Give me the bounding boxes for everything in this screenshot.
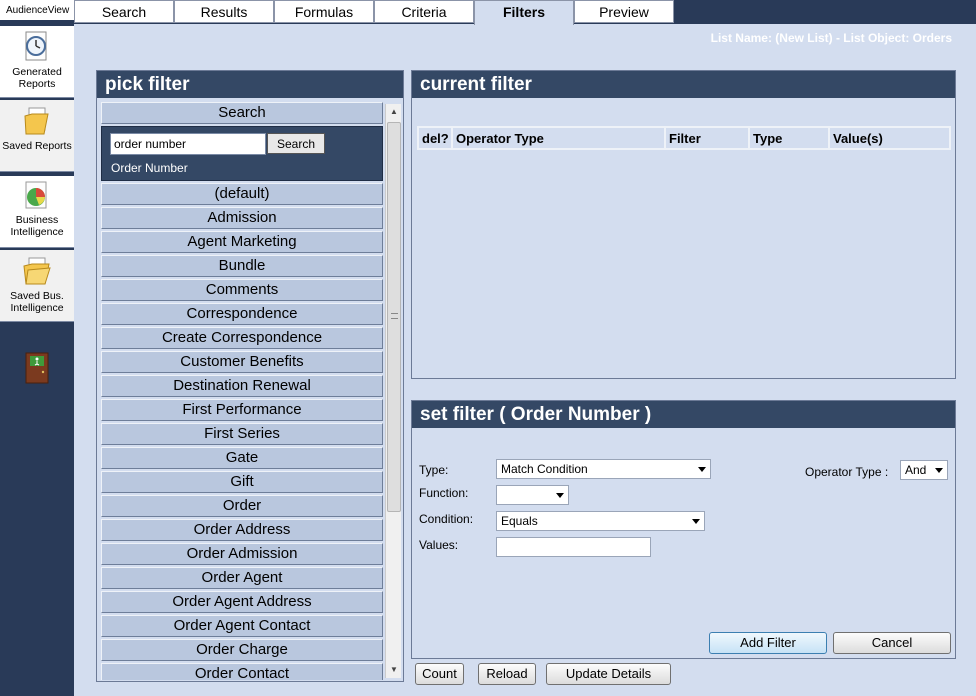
category-button[interactable]: Bundle (101, 255, 383, 277)
open-folder-icon (23, 257, 51, 285)
filter-search-input[interactable] (110, 133, 266, 155)
dropdown-arrow-icon (935, 468, 943, 473)
nav-business-intelligence[interactable]: Business Intelligence (0, 176, 74, 248)
nav-label: Reports (18, 78, 56, 90)
app-title: AudienceView (0, 0, 74, 21)
category-button[interactable]: First Series (101, 423, 383, 445)
nav-generated-reports[interactable]: Generated Reports (0, 26, 74, 98)
category-button[interactable]: Order Charge (101, 639, 383, 661)
pick-filter-panel: pick filter Search Search Order Number (… (96, 70, 404, 682)
column-header-values: Value(s) (828, 126, 951, 150)
tab-criteria[interactable]: Criteria (374, 0, 474, 23)
operator-type-select[interactable]: And (900, 460, 948, 480)
table-header-row: del? Operator Type Filter Type Value(s) (417, 126, 951, 150)
reload-button[interactable]: Reload (478, 663, 536, 685)
nav-label: Intelligence (10, 302, 64, 314)
column-header-filter: Filter (664, 126, 750, 150)
category-button[interactable]: Order Agent Address (101, 591, 383, 613)
category-button[interactable]: Order Agent Contact (101, 615, 383, 637)
add-filter-button[interactable]: Add Filter (709, 632, 827, 654)
dropdown-arrow-icon (556, 493, 564, 498)
category-button[interactable]: (default) (101, 183, 383, 205)
set-filter-panel: set filter ( Order Number ) Type: Match … (411, 400, 956, 659)
count-button[interactable]: Count (415, 663, 464, 685)
type-select-value: Match Condition (501, 462, 588, 476)
values-input[interactable] (496, 537, 651, 557)
pie-chart-icon (25, 181, 47, 209)
operator-type-value: And (905, 463, 927, 477)
list-name-label: List Name: (New List) - List Object: Ord… (710, 31, 952, 45)
condition-select-value: Equals (501, 514, 538, 528)
category-button[interactable]: Gift (101, 471, 383, 493)
tab-results[interactable]: Results (174, 0, 274, 23)
nav-label: Saved Reports (2, 140, 72, 152)
operator-type-label: Operator Type : (805, 465, 889, 479)
scrollbar-thumb[interactable] (387, 122, 401, 512)
left-navigation: AudienceView Generated Reports Saved Rep… (0, 0, 74, 696)
category-button[interactable]: Order (101, 495, 383, 517)
category-button[interactable]: Comments (101, 279, 383, 301)
function-label: Function: (419, 486, 469, 500)
tab-preview[interactable]: Preview (574, 0, 674, 23)
nav-label: Business (15, 214, 59, 226)
current-filter-panel: current filter del? Operator Type Filter… (411, 70, 956, 379)
category-button[interactable]: Admission (101, 207, 383, 229)
tab-filters[interactable]: Filters (474, 0, 574, 25)
condition-select[interactable]: Equals (496, 511, 705, 531)
tab-bar: Search Results Formulas Criteria Filters… (74, 0, 976, 25)
search-result-item[interactable]: Order Number (111, 161, 188, 175)
nav-saved-reports[interactable]: Saved Reports (0, 100, 74, 172)
nav-label: Generated (12, 66, 62, 78)
nav-label: Saved Bus. (10, 290, 64, 302)
folder-icon (24, 107, 49, 135)
values-label: Values: (419, 538, 459, 552)
dropdown-arrow-icon (692, 519, 700, 524)
current-filter-table: del? Operator Type Filter Type Value(s) (417, 126, 951, 150)
scroll-up-arrow-icon[interactable]: ▲ (386, 104, 402, 120)
nav-saved-business-intelligence[interactable]: Saved Bus. Intelligence (0, 250, 74, 322)
type-select[interactable]: Match Condition (496, 459, 711, 479)
set-filter-title: set filter ( Order Number ) (412, 401, 955, 428)
pick-filter-title: pick filter (97, 71, 403, 98)
tab-search[interactable]: Search (74, 0, 174, 23)
cancel-button[interactable]: Cancel (833, 632, 951, 654)
dropdown-arrow-icon (698, 467, 706, 472)
filter-category-list: Search Search Order Number (default) Adm… (101, 102, 383, 680)
update-details-button[interactable]: Update Details (546, 663, 671, 685)
category-scrollbar[interactable]: ▲ ▼ (385, 104, 401, 678)
type-label: Type: (419, 463, 449, 477)
column-header-type: Type (748, 126, 830, 150)
category-button[interactable]: Order Admission (101, 543, 383, 565)
category-button[interactable]: Destination Renewal (101, 375, 383, 397)
nav-label: Intelligence (10, 226, 64, 238)
category-button[interactable]: Gate (101, 447, 383, 469)
column-header-del: del? (417, 126, 453, 150)
category-button[interactable]: Agent Marketing (101, 231, 383, 253)
clock-document-icon (25, 31, 47, 61)
exit-door-icon[interactable] (25, 352, 49, 384)
category-button[interactable]: Correspondence (101, 303, 383, 325)
current-filter-title: current filter (412, 71, 955, 98)
search-section-header[interactable]: Search (101, 102, 383, 124)
category-button[interactable]: Order Contact (101, 663, 383, 680)
scroll-down-arrow-icon[interactable]: ▼ (386, 662, 402, 678)
category-button[interactable]: Order Agent (101, 567, 383, 589)
tab-formulas[interactable]: Formulas (274, 0, 374, 23)
filter-search-button[interactable]: Search (267, 133, 325, 154)
category-button[interactable]: Order Address (101, 519, 383, 541)
category-button[interactable]: Customer Benefits (101, 351, 383, 373)
category-button[interactable]: First Performance (101, 399, 383, 421)
column-header-operator-type: Operator Type (451, 126, 666, 150)
category-button[interactable]: Create Correspondence (101, 327, 383, 349)
search-box: Search Order Number (101, 126, 383, 181)
condition-label: Condition: (419, 512, 474, 526)
function-select[interactable] (496, 485, 569, 505)
scrollbar-grip-icon (391, 313, 398, 319)
